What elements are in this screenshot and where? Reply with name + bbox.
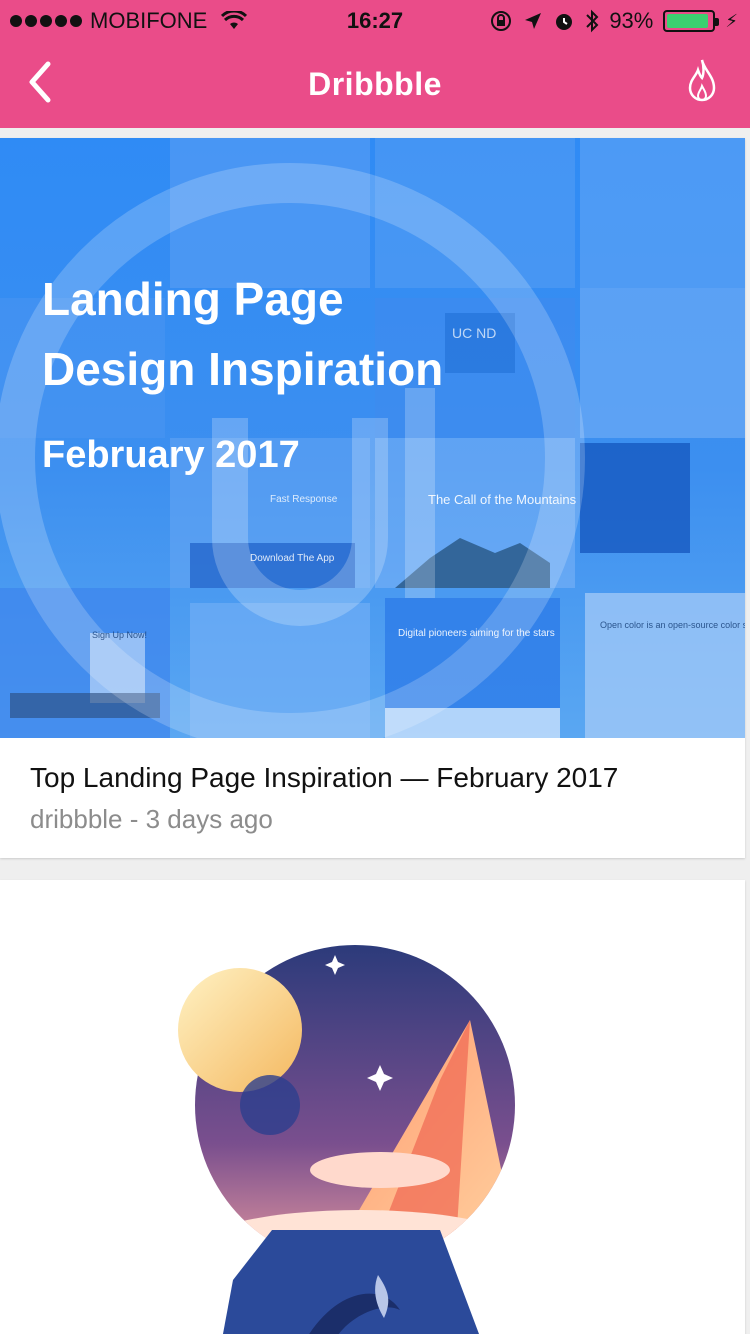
battery-icon (663, 10, 720, 32)
app-screen: MOBIFONE 16:27 93% ⚡ Dribbble UC ND The … (0, 0, 750, 1334)
feed[interactable]: UC ND The Call of the Mountains Fast Res… (0, 128, 750, 1334)
nav-title: Dribbble (308, 65, 442, 102)
feed-card[interactable]: UC ND The Call of the Mountains Fast Res… (0, 138, 745, 858)
cover-tile-text: Fast Response (270, 494, 338, 505)
card-meta: dribbble - 3 days ago (30, 804, 273, 834)
navigation-bar: Dribbble (0, 40, 750, 128)
location-icon (525, 13, 542, 29)
bluetooth-icon (586, 9, 599, 33)
cover-tile-text: Download The App (250, 553, 335, 564)
card-title: Top Landing Page Inspiration — February … (30, 762, 619, 793)
space-illustration-icon (178, 945, 515, 1334)
flame-icon[interactable] (680, 56, 724, 108)
card-body: Top Landing Page Inspiration — February … (0, 738, 745, 858)
top-bar: MOBIFONE 16:27 93% ⚡ Dribbble (0, 0, 750, 128)
rotation-lock-icon (491, 11, 512, 31)
back-chevron-icon[interactable] (22, 58, 62, 106)
status-right: 93% ⚡ (489, 8, 738, 34)
cover-headline-line-1: Landing Page (42, 273, 344, 325)
status-bar: MOBIFONE 16:27 93% ⚡ (0, 0, 750, 40)
cover-tile-text: Sign Up Now! (92, 630, 147, 640)
cover-tile-text: Digital pioneers aiming for the stars (398, 628, 555, 639)
feed-card[interactable] (0, 880, 745, 1334)
alarm-icon (556, 14, 573, 30)
battery-percent: 93% (609, 8, 654, 33)
cover-headline: Landing Page Design Inspiration (42, 264, 662, 404)
cover-headline-line-2: Design Inspiration (42, 343, 444, 395)
cover-tile-text: The Call of the Mountains (428, 492, 577, 507)
card-cover-image: UC ND The Call of the Mountains Fast Res… (0, 138, 745, 738)
cover-tile-text: Open color is an open-source color schem… (600, 620, 745, 630)
charging-icon: ⚡ (725, 10, 738, 31)
cover-subheadline: February 2017 (42, 434, 300, 476)
